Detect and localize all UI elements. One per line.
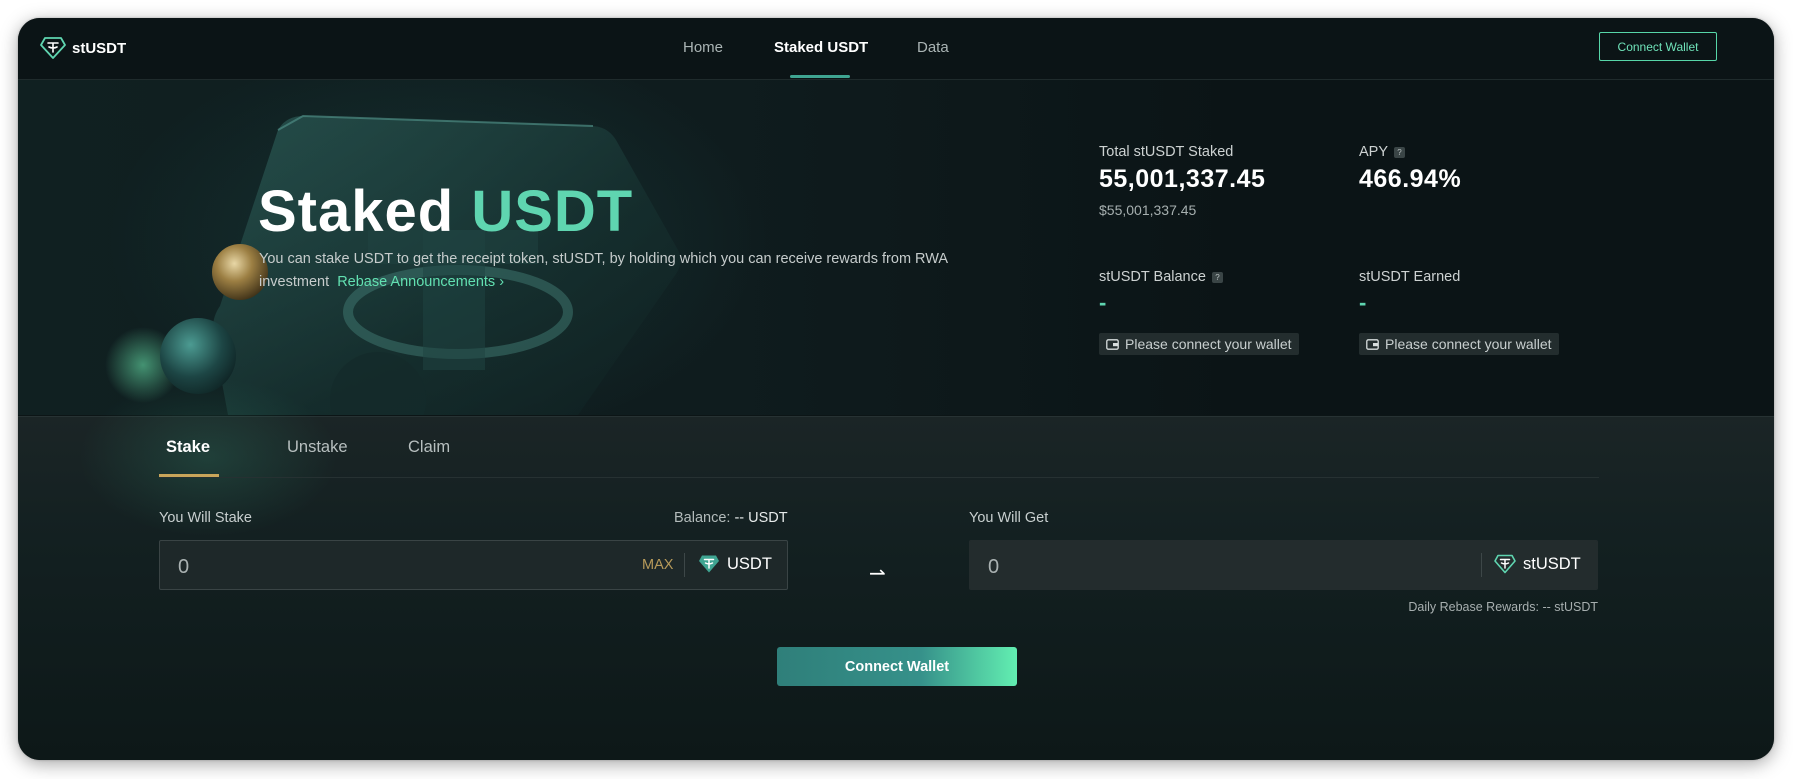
stake-tabs: Stake Unstake Claim: [159, 417, 1599, 478]
tab-unstake[interactable]: Unstake: [287, 438, 348, 457]
nav-link-data[interactable]: Data: [917, 39, 949, 56]
chevron-right-icon: ›: [499, 274, 505, 290]
stake-label: You Will Stake: [159, 510, 252, 526]
balance-stat: stUSDT Balance ? -: [1099, 269, 1223, 316]
stusdt-token-label: stUSDT: [1523, 554, 1581, 573]
apy-label: APY: [1359, 144, 1389, 160]
tab-stake[interactable]: Stake: [166, 438, 210, 457]
earned-stat: stUSDT Earned -: [1359, 269, 1460, 316]
top-nav: stUSDT Home Staked USDT Data Connect Wal…: [18, 18, 1774, 80]
wallet-prompt-text: Please connect your wallet: [1125, 336, 1292, 352]
wallet-icon: [1366, 338, 1379, 350]
balance-label: stUSDT Balance: [1099, 269, 1206, 285]
balance-connect-prompt[interactable]: Please connect your wallet: [1099, 333, 1299, 355]
balance-label-row: stUSDT Balance ?: [1099, 269, 1223, 285]
arrow-right-icon: ⇀: [869, 563, 886, 585]
stake-amount-input[interactable]: [176, 553, 600, 581]
nav-link-home[interactable]: Home: [683, 39, 723, 56]
daily-rebase-rewards: Daily Rebase Rewards: -- stUSDT: [1408, 600, 1598, 614]
question-icon[interactable]: ?: [1211, 271, 1223, 283]
max-button[interactable]: MAX: [642, 557, 673, 573]
balance-amount: -- USDT: [734, 510, 788, 526]
usdt-token-icon: [699, 555, 719, 573]
balance-prefix: Balance:: [674, 510, 731, 526]
connect-wallet-button[interactable]: Connect Wallet: [777, 647, 1017, 686]
nav-links: Home Staked USDT Data: [18, 18, 1774, 79]
usdt-token-selector[interactable]: USDT: [698, 554, 772, 574]
usdt-balance: Balance: -- USDT: [674, 510, 788, 526]
earned-label: stUSDT Earned: [1359, 269, 1461, 285]
tether-diamond-icon: [1494, 554, 1516, 574]
rebase-announcements-label: Rebase Announcements: [337, 274, 496, 290]
hero-title-main: Staked: [258, 179, 455, 244]
hero-title-accent: USDT: [471, 179, 634, 244]
hero-section: Staked USDT You can stake USDT to get th…: [18, 80, 1774, 415]
total-staked-stat: Total stUSDT Staked 55,001,337.45 $55,00…: [1099, 144, 1265, 218]
earned-value: -: [1359, 290, 1367, 315]
total-staked-value: 55,001,337.45: [1099, 165, 1266, 193]
field-divider: [1481, 553, 1482, 577]
app-window: stUSDT Home Staked USDT Data Connect Wal…: [18, 18, 1774, 760]
apy-value: 466.94%: [1359, 165, 1462, 193]
wallet-prompt-text: Please connect your wallet: [1385, 336, 1552, 352]
nav-connect-wallet-button[interactable]: Connect Wallet: [1599, 32, 1717, 61]
hero-title: Staked USDT: [258, 178, 633, 245]
total-staked-usd: $55,001,337.45: [1099, 202, 1197, 218]
total-staked-label: Total stUSDT Staked: [1099, 144, 1234, 160]
apy-label-row: APY ?: [1359, 144, 1461, 160]
tab-claim[interactable]: Claim: [408, 438, 450, 457]
nav-link-staked-usdt[interactable]: Staked USDT: [774, 39, 868, 56]
stake-amount-field[interactable]: MAX USDT: [159, 540, 788, 590]
stusdt-token-display: stUSDT: [1494, 554, 1581, 574]
nav-active-indicator: [790, 75, 850, 78]
receive-amount-field[interactable]: stUSDT: [969, 540, 1598, 590]
earned-connect-prompt[interactable]: Please connect your wallet: [1359, 333, 1559, 355]
apy-stat: APY ? 466.94%: [1359, 144, 1461, 194]
balance-value: -: [1099, 290, 1107, 315]
wallet-icon: [1106, 338, 1119, 350]
get-label: You Will Get: [969, 510, 1049, 526]
receive-amount-input[interactable]: [986, 553, 1410, 581]
question-icon[interactable]: ?: [1394, 146, 1406, 158]
hero-description: You can stake USDT to get the receipt to…: [259, 248, 979, 294]
rebase-announcements-link[interactable]: Rebase Announcements ›: [337, 274, 504, 290]
field-divider: [684, 553, 685, 577]
tab-active-indicator: [159, 474, 219, 477]
usdt-token-label: USDT: [727, 554, 772, 573]
